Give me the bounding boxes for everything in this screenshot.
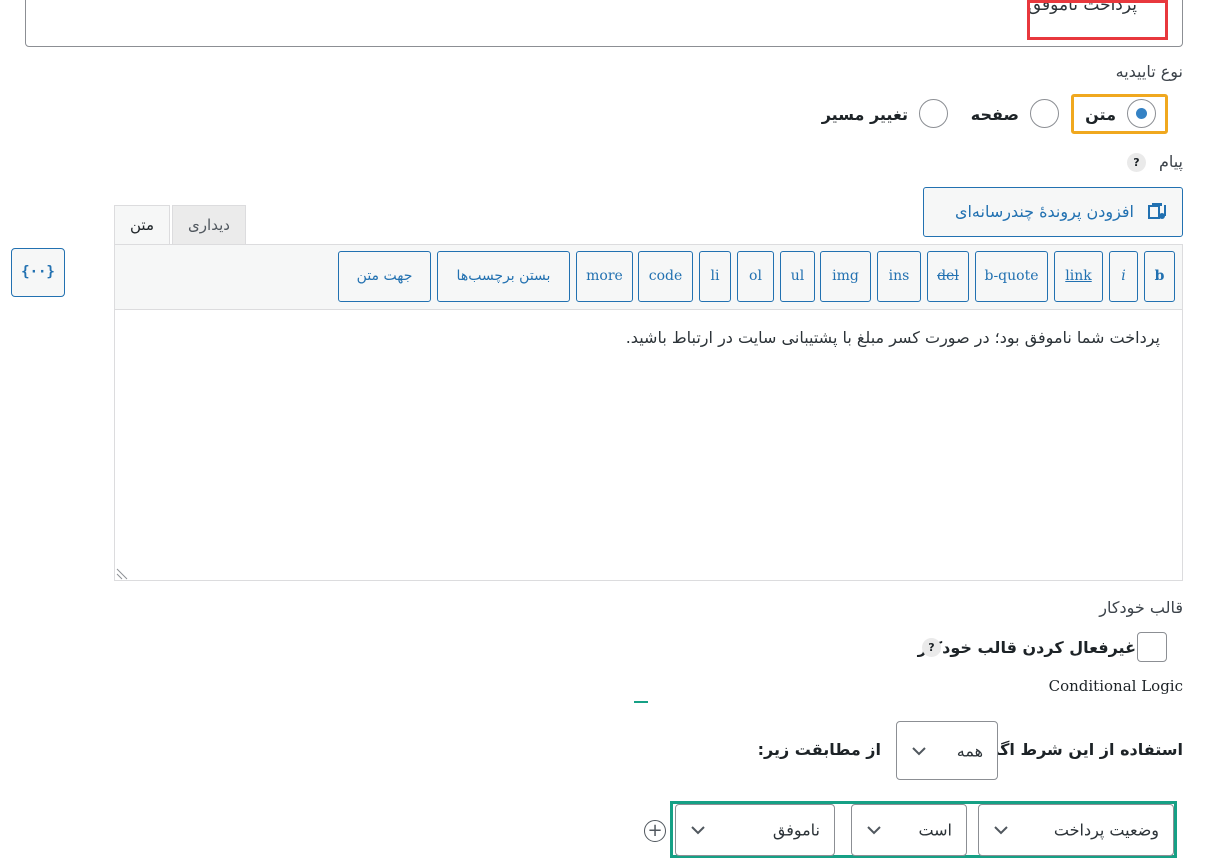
add-rule-icon[interactable]: +: [644, 820, 666, 842]
qt-img-button[interactable]: img: [820, 251, 871, 302]
confirmation-type-label: نوع تاییدیه: [1115, 62, 1183, 81]
rule-value-value: ناموفق: [772, 820, 820, 840]
match-type-select[interactable]: همه: [896, 721, 998, 780]
radio-redirect[interactable]: [919, 99, 948, 128]
qt-text-direction-button[interactable]: جهت متن: [338, 251, 431, 302]
title-highlight-box: [1027, 0, 1168, 40]
message-content: پرداخت شما ناموفق بود؛ در صورت کسر مبلغ …: [625, 328, 1160, 347]
autoformat-help-icon[interactable]: ?: [922, 638, 941, 657]
message-editor[interactable]: پرداخت شما ناموفق بود؛ در صورت کسر مبلغ …: [114, 309, 1183, 581]
rule-field-value: وضعیت پرداخت: [1053, 820, 1159, 840]
qt-bold-button[interactable]: b: [1144, 251, 1175, 302]
tab-visual[interactable]: دیداری: [172, 205, 246, 244]
conditional-logic-title: Conditional Logic: [1048, 677, 1183, 695]
title-field[interactable]: پرداخت ناموفق: [25, 0, 1183, 47]
condition-prefix: استفاده از این شرط اگر: [990, 740, 1183, 759]
condition-suffix: از مطابقت زیر:: [757, 740, 881, 759]
autoformat-label: قالب خودکار: [1099, 598, 1183, 617]
resize-grip-icon[interactable]: [115, 566, 129, 580]
chevron-down-icon: [994, 826, 1008, 835]
message-help-icon[interactable]: ?: [1127, 153, 1146, 172]
radio-redirect-label[interactable]: تغییر مسیر: [822, 105, 908, 124]
radio-page-label[interactable]: صفحه: [971, 105, 1019, 124]
add-media-button[interactable]: افزودن پروندهٔ چندرسانه‌ای: [923, 187, 1183, 237]
radio-page[interactable]: [1030, 99, 1059, 128]
rule-field-select[interactable]: وضعیت پرداخت: [978, 804, 1174, 856]
conditional-logic-toggle[interactable]: [634, 701, 648, 703]
qt-ins-button[interactable]: ins: [877, 251, 921, 302]
media-icon: [1148, 203, 1166, 219]
radio-text[interactable]: [1127, 99, 1156, 128]
disable-autoformat-label[interactable]: غیرفعال کردن قالب خودکار: [918, 638, 1136, 657]
add-media-label: افزودن پروندهٔ چندرسانه‌ای: [954, 202, 1134, 221]
disable-autoformat-checkbox[interactable]: [1137, 632, 1167, 662]
chevron-down-icon: [691, 826, 705, 835]
qt-close-tags-button[interactable]: بستن برچسب‌ها: [437, 251, 570, 302]
rule-value-select[interactable]: ناموفق: [675, 804, 835, 856]
qt-italic-button[interactable]: i: [1109, 251, 1138, 302]
tab-text[interactable]: متن: [114, 205, 170, 245]
chevron-down-icon: [867, 826, 881, 835]
chevron-down-icon: [912, 746, 926, 755]
qt-link-button[interactable]: link: [1054, 251, 1103, 302]
match-type-value: همه: [956, 741, 983, 760]
rule-operator-value: است: [918, 820, 952, 840]
radio-text-label[interactable]: متن: [1085, 105, 1116, 124]
qt-ul-button[interactable]: ul: [780, 251, 815, 302]
qt-more-button[interactable]: more: [576, 251, 633, 302]
qt-del-button[interactable]: del: [927, 251, 969, 302]
qt-bquote-button[interactable]: b-quote: [975, 251, 1048, 302]
qt-code-button[interactable]: code: [638, 251, 693, 302]
qt-li-button[interactable]: li: [699, 251, 731, 302]
rule-operator-select[interactable]: است: [851, 804, 967, 856]
merge-tags-button[interactable]: {··}: [11, 248, 65, 297]
qt-ol-button[interactable]: ol: [737, 251, 774, 302]
message-label: پیام: [1158, 152, 1183, 171]
